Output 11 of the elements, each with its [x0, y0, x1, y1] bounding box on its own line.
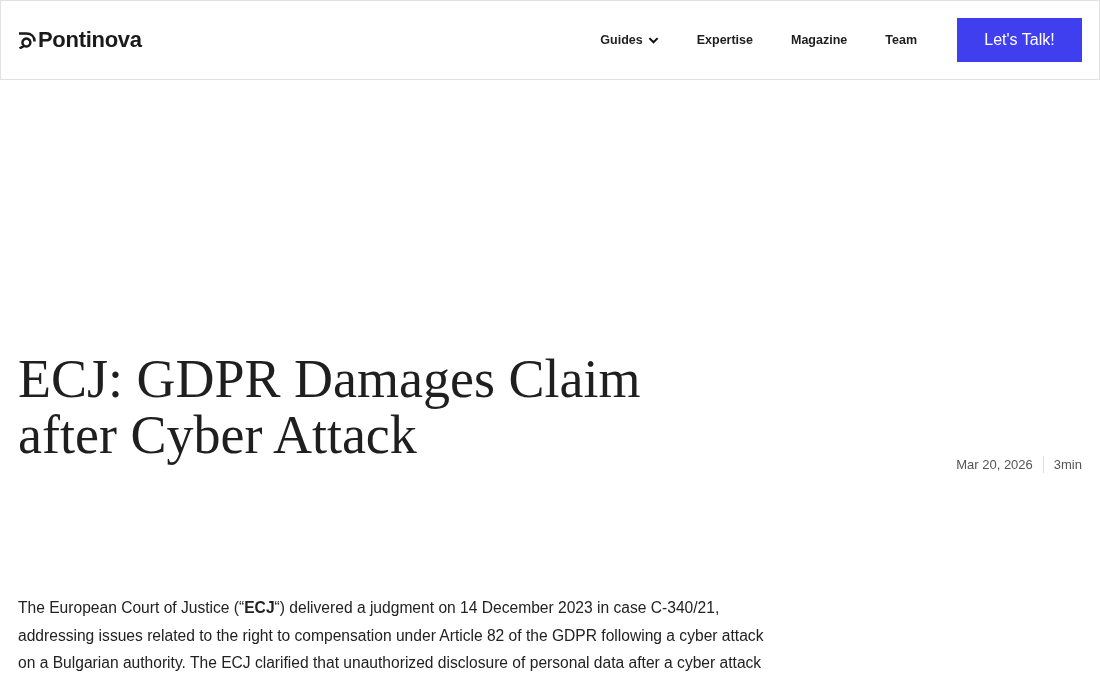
publish-date: Mar 20, 2026: [956, 457, 1033, 472]
article-paragraph: The European Court of Justice (“ECJ“) delivered a judgment on 14 December 2023 in case C-340/21, addressing issues related to the right to compensation under Article 82 of the GDPR following a cyber attack on a Bulgarian authority. The ECJ clarified that unauthorized disclosure of personal data after a cyber attack: [18, 598, 765, 673]
read-time: 3min: [1053, 457, 1082, 472]
nav-link[interactable]: Expertise: [696, 33, 753, 47]
logo-link[interactable]: Pontinova: [18, 27, 142, 53]
nav-link[interactable]: Guides: [600, 33, 659, 47]
nav-link[interactable]: Team: [885, 33, 917, 47]
logo-mark-icon: [18, 31, 36, 49]
nav-link[interactable]: Magazine: [791, 33, 848, 47]
article-title: ECJ: GDPR Damages Claim after Cyber Attack: [18, 351, 642, 463]
lets-talk-button[interactable]: Let's Talk!: [957, 18, 1082, 62]
